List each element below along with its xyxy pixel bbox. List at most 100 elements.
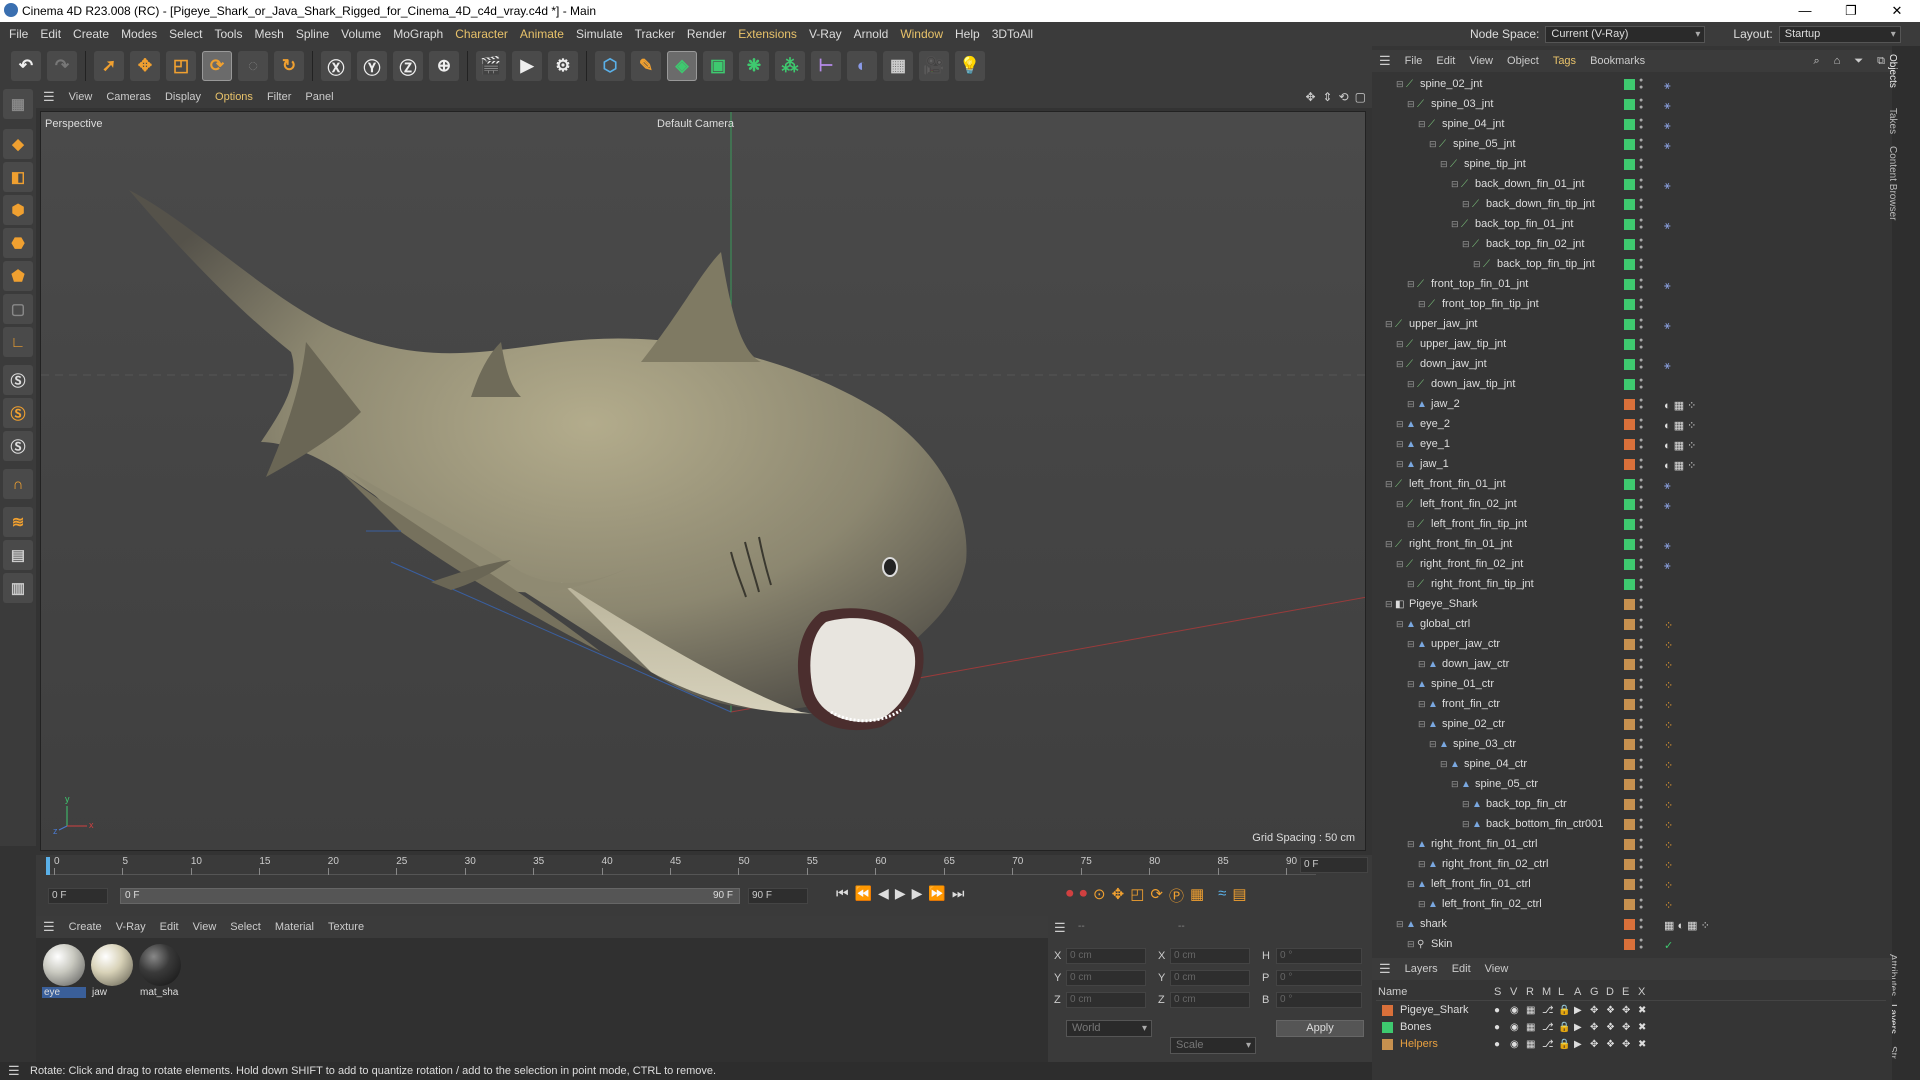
object-row[interactable]: ⊟ ⟋ upper_jaw_jnt ● ● ⚹	[1374, 314, 1874, 334]
menu-file[interactable]: File	[9, 27, 28, 41]
layer-color-swatch[interactable]	[1624, 359, 1635, 370]
visibility-dots-icon[interactable]: ● ●	[1639, 237, 1643, 251]
key-parameter-icon[interactable]: Ⓟ	[1169, 885, 1184, 906]
ik-tag-icon[interactable]: ⚹	[1664, 96, 1671, 116]
cube-primitive-icon[interactable]: ⬡	[595, 51, 625, 81]
make-editable-icon[interactable]: ▦	[3, 89, 33, 119]
expand-toggle-icon[interactable]: ⊟	[1407, 374, 1415, 394]
layer-color-swatch[interactable]	[1624, 299, 1635, 310]
redo-icon[interactable]: ↷	[47, 51, 77, 81]
vp-menu-filter[interactable]: Filter	[267, 91, 291, 103]
layer-menu-edit[interactable]: Edit	[1452, 963, 1471, 975]
material-menu-icon[interactable]: ☰	[43, 919, 55, 935]
extrude-generator-icon[interactable]: ▣	[703, 51, 733, 81]
menu-vray[interactable]: V-Ray	[809, 27, 842, 41]
key-scale-icon[interactable]: ◰	[1130, 885, 1144, 906]
layer-color-swatch[interactable]	[1624, 939, 1635, 950]
object-row[interactable]: ⊟ ⟋ left_front_fin_01_jnt ● ● ⚹	[1374, 474, 1874, 494]
snap-settings-icon[interactable]: Ⓢ	[3, 398, 33, 428]
layer-color-swatch[interactable]	[1624, 419, 1635, 430]
layer-color-swatch[interactable]	[1624, 819, 1635, 830]
axis-mode-icon[interactable]: ∟	[3, 327, 33, 357]
visibility-dots-icon[interactable]: ● ●	[1639, 357, 1643, 371]
enabled-check-icon[interactable]: ✓	[1664, 936, 1673, 954]
expand-toggle-icon[interactable]: ⊟	[1385, 534, 1393, 554]
end-frame-field[interactable]: 90 F	[748, 888, 808, 904]
render-view-icon[interactable]: ▶	[512, 51, 542, 81]
generators-icon[interactable]: ✥	[1590, 1019, 1598, 1036]
visibility-dots-icon[interactable]: ● ●	[1639, 337, 1643, 351]
expand-toggle-icon[interactable]: ⊟	[1451, 774, 1459, 794]
expand-toggle-icon[interactable]: ⊟	[1407, 514, 1415, 534]
visibility-dots-icon[interactable]: ● ●	[1639, 937, 1643, 951]
texture-mode-icon[interactable]: ◧	[3, 162, 33, 192]
mat-menu-material[interactable]: Material	[275, 921, 314, 933]
visibility-dots-icon[interactable]: ● ●	[1639, 757, 1643, 771]
animation-icon[interactable]: ▶	[1574, 1036, 1582, 1053]
layer-menu-icon[interactable]: ☰	[1379, 961, 1391, 977]
visibility-dots-icon[interactable]: ● ●	[1639, 517, 1643, 531]
constraint-tag-icon[interactable]: ⁘	[1664, 776, 1673, 796]
layer-menu-view[interactable]: View	[1485, 963, 1509, 975]
visibility-dots-icon[interactable]: ● ●	[1639, 197, 1643, 211]
visibility-dots-icon[interactable]: ● ●	[1639, 677, 1643, 691]
menu-mograph[interactable]: MoGraph	[393, 27, 443, 41]
ik-tag-icon[interactable]: ⚹	[1664, 496, 1671, 516]
constraint-tag-icon[interactable]: ⁘	[1664, 796, 1673, 816]
expand-toggle-icon[interactable]: ⊟	[1418, 114, 1426, 134]
expand-toggle-icon[interactable]: ⊟	[1473, 254, 1481, 274]
magnet-icon[interactable]: ∩	[3, 469, 33, 499]
xref-icon[interactable]: ✖	[1638, 1036, 1646, 1053]
visibility-dots-icon[interactable]: ● ●	[1639, 277, 1643, 291]
layer-color-swatch[interactable]	[1624, 499, 1635, 510]
expand-toggle-icon[interactable]: ⊟	[1407, 634, 1415, 654]
menu-help[interactable]: Help	[955, 27, 980, 41]
visibility-dots-icon[interactable]: ● ●	[1639, 557, 1643, 571]
points-mode-icon[interactable]: ⬢	[3, 195, 33, 225]
start-frame-field[interactable]: 0 F	[48, 888, 108, 904]
expand-toggle-icon[interactable]: ⊟	[1462, 194, 1470, 214]
generators-icon[interactable]: ✥	[1590, 1002, 1598, 1019]
mograph-cloner-icon[interactable]: ❋	[739, 51, 769, 81]
menu-select[interactable]: Select	[169, 27, 202, 41]
spline-pen-icon[interactable]: ✎	[631, 51, 661, 81]
constraint-tag-icon[interactable]: ⁘	[1664, 876, 1673, 896]
object-row[interactable]: ⊟ ⟋ back_top_fin_01_jnt ● ● ⚹	[1374, 214, 1874, 234]
coord-system-dropdown[interactable]: World	[1066, 1020, 1152, 1037]
constraint-tag-icon[interactable]: ⁘	[1664, 676, 1673, 696]
object-row[interactable]: ⊟ ⟋ front_top_fin_tip_jnt ● ●	[1374, 294, 1874, 314]
layer-color-swatch[interactable]	[1624, 699, 1635, 710]
quantize-icon[interactable]: Ⓢ	[3, 431, 33, 461]
lock-icon[interactable]: 🔒	[1558, 1002, 1570, 1019]
keyframe-selection-icon[interactable]: ⊙	[1093, 885, 1106, 906]
expand-toggle-icon[interactable]: ⊟	[1396, 554, 1404, 574]
expand-toggle-icon[interactable]: ⊟	[1396, 334, 1404, 354]
menu-arnold[interactable]: Arnold	[854, 27, 889, 41]
obj-menu-icon[interactable]: ☰	[1379, 53, 1391, 69]
expand-toggle-icon[interactable]: ⊟	[1407, 934, 1415, 954]
mat-menu-texture[interactable]: Texture	[328, 921, 364, 933]
visibility-dots-icon[interactable]: ● ●	[1639, 717, 1643, 731]
visibility-dots-icon[interactable]: ● ●	[1639, 657, 1643, 671]
layer-color-swatch[interactable]	[1624, 639, 1635, 650]
object-row[interactable]: ⊟ ⟋ right_front_fin_tip_jnt ● ●	[1374, 574, 1874, 594]
render-region-icon[interactable]: 🎬	[476, 51, 506, 81]
visibility-dots-icon[interactable]: ● ●	[1639, 177, 1643, 191]
expand-toggle-icon[interactable]: ⊟	[1418, 294, 1426, 314]
animation-icon[interactable]: ▶	[1574, 1002, 1582, 1019]
expand-toggle-icon[interactable]: ⊟	[1385, 594, 1393, 614]
object-row[interactable]: ⊟ ▲ global_ctrl ● ● ⁘	[1374, 614, 1874, 634]
deformers-icon[interactable]: ❖	[1606, 1002, 1615, 1019]
object-row[interactable]: ⊟ ▲ eye_2 ● ● ◐ ▦ ⁘	[1374, 414, 1874, 434]
axis-y-lock-icon[interactable]: Ⓨ	[357, 51, 387, 81]
expand-toggle-icon[interactable]: ⊟	[1451, 174, 1459, 194]
recent-tools-icon[interactable]: ↻	[274, 51, 304, 81]
ik-tag-icon[interactable]: ⚹	[1664, 216, 1671, 236]
layer-color-swatch[interactable]	[1624, 399, 1635, 410]
side-tab-content-browser[interactable]: Content Browser	[1887, 146, 1898, 220]
manager-icon[interactable]: ⎇	[1542, 1019, 1554, 1036]
perspective-viewport[interactable]: Perspective Default Camera Grid Spacing …	[40, 111, 1366, 851]
object-row[interactable]: ⊟ ⟋ right_front_fin_02_jnt ● ● ⚹	[1374, 554, 1874, 574]
expand-toggle-icon[interactable]: ⊟	[1396, 354, 1404, 374]
timeline-window-icon[interactable]: ▤	[1232, 885, 1246, 906]
